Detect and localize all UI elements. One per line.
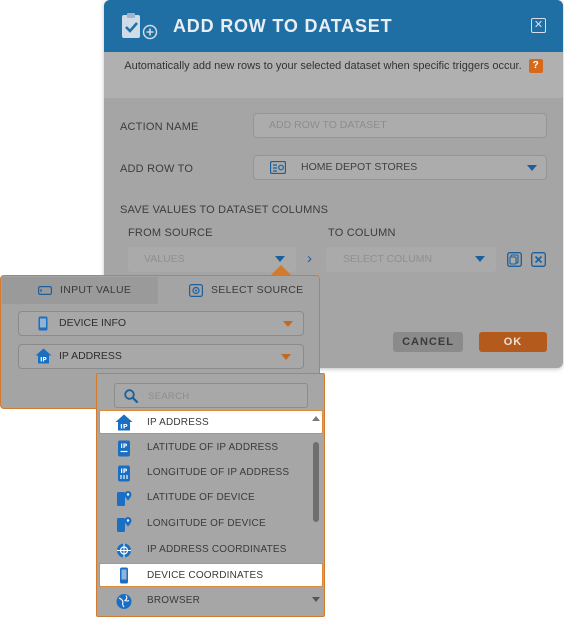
dropdown-item-label: IP ADDRESS [147, 417, 209, 428]
scroll-up-icon[interactable] [312, 416, 320, 421]
action-name-label: ACTION NAME [120, 121, 199, 133]
to-column-value: SELECT COLUMN [343, 253, 433, 265]
dropdown-item-browser[interactable]: BROWSER [99, 589, 323, 613]
to-column-label: TO COLUMN [328, 227, 396, 239]
device-icon [38, 316, 48, 331]
dropdown-item-label: DEVICE COORDINATES [147, 570, 264, 581]
ip-badge-icon: IP [118, 440, 130, 457]
dropdown-item-longitude-of-device[interactable]: LONGITUDE OF DEVICE [99, 512, 323, 536]
dropdown-item-label: LONGITUDE OF IP ADDRESS [147, 467, 290, 478]
add-row-to-label: ADD ROW TO [120, 163, 194, 175]
input-value-icon [38, 286, 52, 295]
panel-pointer [271, 265, 291, 275]
ip-badge-icon: IP [118, 465, 130, 482]
svg-text:IP: IP [120, 468, 127, 475]
scroll-down-icon[interactable] [312, 597, 320, 602]
chevron-down-icon [275, 256, 285, 262]
dataset-select[interactable]: HOME DEPOT STORES [253, 155, 547, 180]
chevron-down-icon [283, 321, 293, 327]
chevron-down-icon [475, 256, 485, 262]
dropdown-item-label: IP ADDRESS COORDINATES [147, 544, 287, 555]
close-button[interactable]: ✕ [531, 18, 546, 33]
svg-text:IP: IP [40, 357, 47, 364]
field-dropdown-list: SEARCH IP IP ADDRESS IP LATITUDE OF IP A… [96, 373, 325, 617]
dropdown-item-label: LONGITUDE OF DEVICE [147, 518, 266, 529]
device-pin-icon [117, 491, 132, 506]
dropdown-item-latitude-of-device[interactable]: LATITUDE OF DEVICE [99, 486, 323, 510]
crosshair-icon [117, 543, 131, 558]
svg-text:IP: IP [120, 443, 127, 450]
dialog-title: ADD ROW TO DATASET [173, 16, 393, 36]
search-placeholder: SEARCH [148, 391, 190, 402]
dataset-select-value: HOME DEPOT STORES [301, 161, 418, 173]
dropdown-item-latitude-of-ip-address[interactable]: IP LATITUDE OF IP ADDRESS [99, 436, 323, 460]
ip-address-icon: IP [35, 348, 52, 364]
cancel-button[interactable]: CANCEL [393, 332, 463, 352]
description-text: Automatically add new rows to your selec… [124, 60, 522, 72]
dropdown-item-label: LATITUDE OF IP ADDRESS [147, 442, 279, 453]
dropdown-search-input[interactable]: SEARCH [114, 383, 308, 408]
help-icon[interactable]: ? [528, 59, 543, 74]
dialog-header: ADD ROW TO DATASET ✕ [104, 0, 563, 52]
save-values-heading: SAVE VALUES TO DATASET COLUMNS [120, 204, 329, 216]
svg-text:IP: IP [120, 423, 128, 431]
chevron-down-icon [527, 165, 537, 171]
copy-icon[interactable] [507, 252, 522, 267]
from-source-value: VALUES [144, 253, 185, 265]
dialog-description: Automatically add new rows to your selec… [104, 52, 563, 98]
from-source-label: FROM SOURCE [128, 227, 213, 239]
field-select-value: IP ADDRESS [59, 350, 122, 362]
tab-input-value-label: INPUT VALUE [60, 284, 132, 296]
select-source-icon [189, 284, 203, 297]
tab-select-source-label: SELECT SOURCE [211, 284, 304, 296]
dropdown-item-ip-address[interactable]: IP IP ADDRESS [99, 410, 323, 434]
ok-button[interactable]: OK [479, 332, 547, 352]
chevron-down-icon [281, 354, 291, 360]
dropdown-item-longitude-of-ip-address[interactable]: IP LONGITUDE OF IP ADDRESS [99, 461, 323, 485]
field-select[interactable]: IP IP ADDRESS [18, 344, 304, 369]
tab-select-source[interactable]: SELECT SOURCE [158, 277, 319, 304]
close-icon: ✕ [533, 19, 544, 31]
device-icon [120, 567, 128, 584]
search-icon [124, 389, 138, 403]
remove-row-icon[interactable] [531, 252, 546, 267]
clipboard-add-icon [122, 13, 158, 40]
to-column-select[interactable]: SELECT COLUMN [326, 247, 496, 272]
mapping-arrow-icon: › [307, 250, 312, 267]
action-name-input[interactable]: ADD ROW TO DATASET [253, 113, 547, 138]
dataset-icon [270, 161, 286, 174]
dropdown-item-label: LATITUDE OF DEVICE [147, 492, 255, 503]
device-pin-icon [117, 517, 132, 532]
dropdown-item-label: BROWSER [147, 595, 201, 606]
dropdown-item-ip-address-coordinates[interactable]: IP ADDRESS COORDINATES [99, 538, 323, 562]
dropdown-item-device-coordinates[interactable]: DEVICE COORDINATES [99, 563, 323, 587]
dropdown-scrollbar[interactable] [313, 442, 319, 522]
source-select-value: DEVICE INFO [59, 317, 127, 329]
globe-icon [116, 594, 132, 609]
tab-input-value[interactable]: INPUT VALUE [2, 277, 158, 304]
source-select[interactable]: DEVICE INFO [18, 311, 304, 336]
ip-address-icon: IP [115, 414, 133, 431]
